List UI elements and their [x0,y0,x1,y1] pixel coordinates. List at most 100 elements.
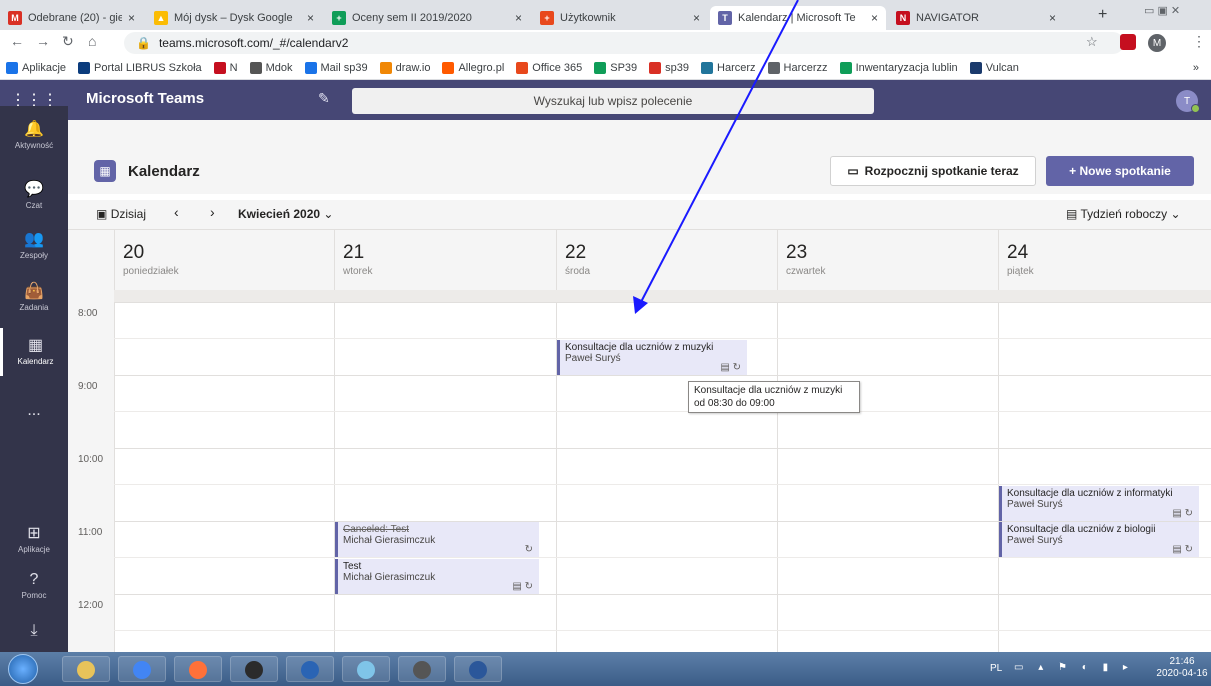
more-apps-button[interactable]: ... [0,388,68,436]
rail-item-assignments[interactable]: 👜 Zadania [0,274,68,322]
rail-item-calendar[interactable]: ▦ Kalendarz [0,328,68,376]
calendar-event[interactable]: Test Michał Gierasimczuk ▤ ↻ [335,558,539,594]
bookmark-item[interactable]: Portal LIBRUS Szkoła [78,61,202,74]
close-icon[interactable]: × [307,11,314,25]
taskbar-app[interactable] [62,656,110,682]
taskbar-app[interactable] [398,656,446,682]
calendar-event[interactable]: Konsultacje dla uczniów z muzyki Paweł Su… [557,339,747,375]
back-icon[interactable]: ← [10,33,24,49]
day-header[interactable]: 23 czwartek [777,230,998,290]
menu-icon[interactable]: ⋮ [1192,33,1206,50]
all-day-row[interactable] [777,290,998,302]
half-hour-line [114,557,1211,558]
today-button[interactable]: ▣ Dzisiaj [96,207,146,221]
month-selector[interactable]: Kwiecień 2020 ⌄ [238,207,333,221]
forward-icon[interactable]: → [36,33,50,49]
star-icon[interactable]: ☆ [1086,34,1098,50]
day-header[interactable]: 24 piątek [998,230,1211,290]
app-name: Microsoft Teams [86,90,205,107]
next-week-icon[interactable]: › [210,204,215,220]
presence-icon [1191,104,1200,113]
url-bar[interactable]: 🔒 teams.microsoft.com/_#/calendarv2 [124,32,1124,54]
window-controls[interactable]: ▭ ▣ ✕ [1144,4,1180,17]
language-indicator[interactable]: PL [990,663,1002,674]
browser-tab[interactable]: M Odebrane (20) - gierasim × [0,6,143,30]
bookmark-item[interactable]: Vulcan [969,61,1019,74]
download-button[interactable]: ⤓ [0,608,68,656]
all-day-row[interactable] [556,290,777,302]
new-meeting-button[interactable]: + Nowe spotkanie [1046,156,1194,186]
new-tab-button[interactable]: + [1098,6,1107,24]
bookmarks-overflow-icon[interactable]: » [1193,62,1199,74]
bookmark-item[interactable]: Harcerzz [767,61,828,74]
bookmark-item[interactable]: Mail sp39 [304,61,368,74]
recurring-icon: ▤ ↻ [1172,544,1193,555]
browser-tab[interactable]: N NAVIGATOR × [888,6,1064,30]
extension-icon[interactable] [1120,34,1136,50]
taskbar-app[interactable] [230,656,278,682]
day-header[interactable]: 22 środa [556,230,777,290]
bookmark-item[interactable]: Inwentaryzacja lublin [839,61,958,74]
view-selector[interactable]: ▤ Tydzień roboczy ⌄ [1066,207,1181,221]
day-column[interactable] [777,302,998,652]
all-day-row[interactable] [998,290,1211,302]
profile-avatar[interactable]: M [1148,34,1166,52]
bookmark-item[interactable]: N [213,61,238,74]
tab-title: Oceny sem II 2019/2020 [352,12,472,24]
bookmark-item[interactable]: Allegro.pl [442,61,504,74]
calendar-event[interactable]: Konsultacje dla uczniów z informatyki Paw… [999,485,1199,521]
bookmark-icon [6,61,18,74]
browser-tab[interactable]: + Użytkownik × [532,6,708,30]
close-icon[interactable]: × [693,11,700,25]
close-icon[interactable]: × [515,11,522,25]
tray-icons[interactable]: ▭ ▴ ⚑ ◐ ▮ ▸ [1014,662,1134,673]
taskbar-clock[interactable]: 21:46 2020-04-16 [1156,656,1208,680]
calendar-event[interactable]: Canceled: Test Michał Gierasimczuk ↻ [335,522,539,557]
reload-icon[interactable]: ↻ [62,33,74,50]
all-day-row[interactable] [334,290,556,302]
search-input[interactable]: Wyszukaj lub wpisz polecenie [352,88,874,114]
bookmark-item[interactable]: Office 365 [516,61,582,74]
taskbar-app[interactable] [454,656,502,682]
start-button[interactable] [8,654,38,684]
day-number: 21 [343,242,365,263]
taskbar-app[interactable] [342,656,390,682]
bookmark-label: draw.io [395,61,431,74]
recurring-icon: ↻ [524,544,533,555]
rail-item-apps[interactable]: ⊞ Aplikacje [0,516,68,564]
bookmark-item[interactable]: SP39 [594,61,637,74]
rail-item-help[interactable]: ? Pomoc [0,562,68,610]
bookmark-item[interactable]: Harcerz [701,61,756,74]
close-icon[interactable]: × [128,11,135,25]
taskbar-app[interactable] [286,656,334,682]
bookmark-item[interactable]: draw.io [379,61,431,74]
app-icon [301,661,319,679]
day-column[interactable] [334,302,556,652]
user-avatar[interactable]: T [1176,90,1200,113]
taskbar-app[interactable] [174,656,222,682]
bookmark-item[interactable]: sp39 [649,61,689,74]
browser-tab[interactable]: ▲ Mój dysk – Dysk Google × [146,6,322,30]
day-header[interactable]: 21 wtorek [334,230,556,290]
rail-item-teams[interactable]: 👥 Zespoły [0,222,68,270]
all-day-row[interactable] [114,290,334,302]
day-column[interactable] [998,302,1211,652]
close-icon[interactable]: × [871,11,878,25]
rail-item-bell[interactable]: 🔔 Aktywność [0,112,68,160]
prev-week-icon[interactable]: ‹ [174,204,179,220]
bookmark-item[interactable]: Mdok [249,61,293,74]
close-icon[interactable]: × [1049,11,1056,25]
meet-now-button[interactable]: ▭ Rozpocznij spotkanie teraz [830,156,1036,186]
calendar-event[interactable]: Konsultacje dla uczniów z biologii Paweł … [999,522,1199,557]
browser-tab[interactable]: + Oceny sem II 2019/2020 × [324,6,530,30]
browser-tab[interactable]: T Kalendarz | Microsoft Te × [710,6,886,30]
rail-item-chat[interactable]: 💬 Czat [0,172,68,220]
new-chat-icon[interactable]: ✎ [318,90,330,107]
bookmark-item[interactable]: Aplikacje [6,61,66,74]
taskbar-app[interactable] [118,656,166,682]
day-number: 24 [1007,242,1029,263]
day-header[interactable]: 20 poniedziałek [114,230,334,290]
day-column[interactable] [114,302,334,652]
tab-title: Kalendarz | Microsoft Te [738,12,856,24]
home-icon[interactable]: ⌂ [88,33,96,49]
